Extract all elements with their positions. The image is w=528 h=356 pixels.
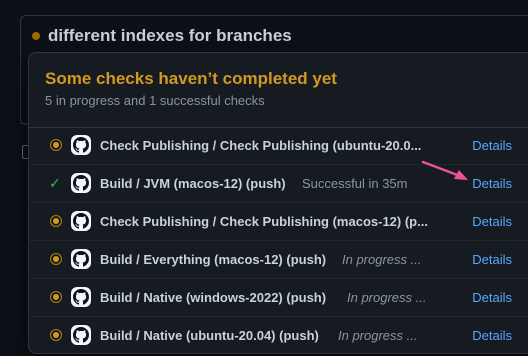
popover-subtitle: 5 in progress and 1 successful checks — [45, 93, 265, 108]
popover-title: Some checks haven’t completed yet — [45, 69, 337, 88]
details-link[interactable]: Details — [472, 127, 512, 164]
github-avatar-icon — [71, 287, 91, 307]
check-name: Build / Native (windows-2022) (push) — [100, 290, 327, 305]
check-name: Build / Everything (macos-12) (push) — [100, 252, 327, 267]
pending-status-dot-icon — [32, 32, 40, 40]
in-progress-icon — [50, 139, 62, 151]
in-progress-icon — [50, 291, 62, 303]
check-status-text: In progress ... — [347, 290, 427, 305]
github-avatar-icon — [71, 173, 91, 193]
details-link[interactable]: Details — [472, 165, 512, 202]
github-avatar-icon — [71, 325, 91, 345]
check-row: Build / Native (windows-2022) (push) In … — [29, 279, 528, 317]
check-name: Check Publishing / Check Publishing (ubu… — [100, 138, 422, 153]
check-row: Build / Everything (macos-12) (push) In … — [29, 241, 528, 279]
pr-title[interactable]: different indexes for branches — [48, 26, 292, 46]
check-name: Build / Native (ubuntu-20.04) (push) — [100, 328, 319, 343]
in-progress-icon — [50, 329, 62, 341]
details-link[interactable]: Details — [472, 317, 512, 353]
github-avatar-icon — [71, 249, 91, 269]
pr-header: different indexes for branches — [32, 26, 292, 46]
popover-header: Some checks haven’t completed yet 5 in p… — [29, 53, 528, 128]
details-link[interactable]: Details — [472, 241, 512, 278]
details-link[interactable]: Details — [472, 203, 512, 240]
details-link[interactable]: Details — [472, 279, 512, 316]
check-status-text: Successful in 35m — [302, 176, 408, 191]
check-status-text: In progress ... — [338, 328, 418, 343]
check-row: Check Publishing / Check Publishing (mac… — [29, 203, 528, 241]
in-progress-icon — [50, 253, 62, 265]
in-progress-icon — [50, 215, 62, 227]
check-name: Check Publishing / Check Publishing (mac… — [100, 214, 428, 229]
check-icon: ✓ — [49, 175, 61, 191]
check-name: Build / JVM (macos-12) (push) — [100, 176, 286, 191]
checks-popover: Some checks haven’t completed yet 5 in p… — [28, 52, 528, 354]
check-row: Build / Native (ubuntu-20.04) (push) In … — [29, 317, 528, 353]
check-status-text: In progress ... — [342, 252, 422, 267]
github-avatar-icon — [71, 135, 91, 155]
annotation-arrow-icon — [421, 160, 468, 180]
github-avatar-icon — [71, 211, 91, 231]
